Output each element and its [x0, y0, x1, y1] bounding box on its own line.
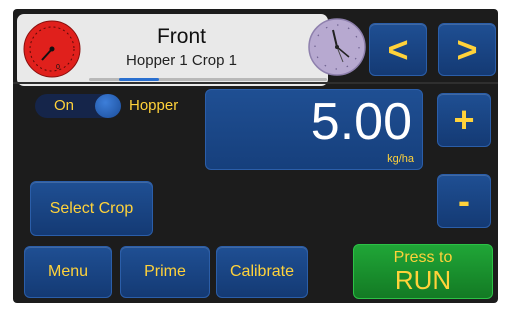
- page-scrollbar[interactable]: [89, 78, 327, 81]
- control-screen: 0 Front Hopper 1 Crop 1 < > On Hopper 5.…: [13, 9, 498, 303]
- increase-rate-button[interactable]: +: [437, 93, 491, 147]
- prime-button[interactable]: Prime: [120, 246, 210, 298]
- next-page-button[interactable]: >: [438, 23, 496, 76]
- application-rate-display[interactable]: 5.00 kg/ha: [205, 89, 423, 170]
- calibrate-button[interactable]: Calibrate: [216, 246, 308, 298]
- hopper-crop-subtitle: Hopper 1 Crop 1: [126, 52, 237, 69]
- decrease-rate-button[interactable]: -: [437, 174, 491, 228]
- toggle-knob[interactable]: [95, 94, 121, 118]
- select-crop-button[interactable]: Select Crop: [30, 181, 153, 236]
- rate-unit: kg/ha: [387, 153, 414, 165]
- header-bar: 0 Front Hopper 1 Crop 1: [17, 14, 366, 86]
- scrollbar-thumb[interactable]: [119, 78, 159, 81]
- header-divider: [13, 82, 498, 84]
- toggle-state-label: On: [53, 97, 74, 114]
- clock-icon: [308, 18, 366, 76]
- run-button-label: RUN: [394, 265, 452, 295]
- hopper-toggle[interactable]: On: [35, 94, 121, 118]
- menu-button[interactable]: Menu: [24, 246, 112, 298]
- run-button[interactable]: Press to RUN: [353, 244, 493, 299]
- svg-text:0: 0: [56, 64, 60, 71]
- hopper-label: Hopper: [129, 97, 179, 114]
- gauge-icon: 0: [23, 20, 81, 78]
- page-title: Front: [156, 25, 206, 48]
- previous-page-button[interactable]: <: [369, 23, 427, 76]
- rate-value: 5.00: [310, 93, 412, 151]
